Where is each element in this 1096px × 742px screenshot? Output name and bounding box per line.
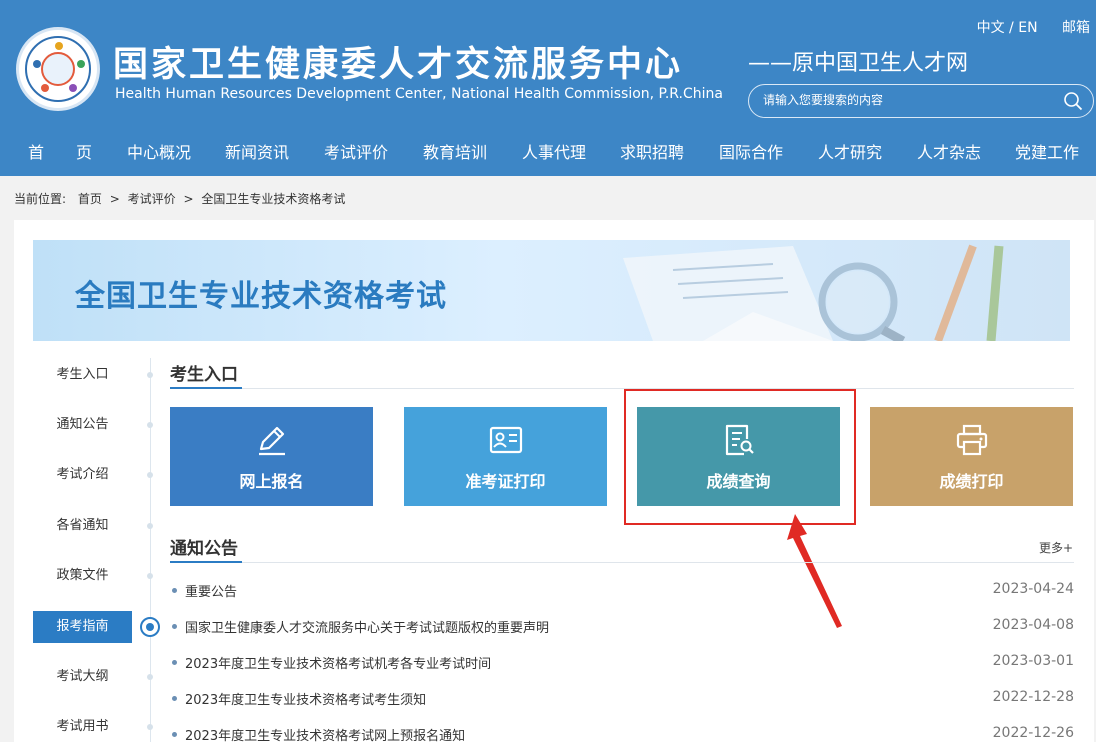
sidebar-item-candidate-entry[interactable]: 考生入口 <box>33 359 132 391</box>
breadcrumb-separator: > <box>109 192 120 206</box>
list-bullet <box>172 588 177 593</box>
breadcrumb-label: 当前位置: <box>14 192 67 206</box>
notice-title[interactable]: 重要公告 <box>185 581 237 600</box>
sidebar-tick <box>147 422 153 428</box>
nav-item-exams[interactable]: 考试评价 <box>324 139 388 163</box>
nav-item-party[interactable]: 党建工作 <box>1015 139 1079 163</box>
mailbox-link[interactable]: 邮箱 <box>1062 20 1090 36</box>
list-bullet <box>172 732 177 737</box>
search-input[interactable] <box>763 93 1053 107</box>
main-nav: 首 页 中心概况 新闻资讯 考试评价 教育培训 人事代理 求职招聘 国际合作 人… <box>0 132 1096 168</box>
nav-item-news[interactable]: 新闻资讯 <box>225 139 289 163</box>
top-links: 中文 / EN 邮箱 <box>957 17 1090 37</box>
tile-label: 准考证打印 <box>465 472 546 491</box>
list-bullet <box>172 660 177 665</box>
section-title-entrance: 考生入口 <box>170 365 238 385</box>
language-switch-link[interactable]: 中文 / EN <box>977 20 1038 36</box>
logo-dot <box>33 60 41 68</box>
logo-core <box>41 52 75 86</box>
tile-label: 网上报名 <box>239 472 304 491</box>
highlight-box <box>624 389 856 525</box>
breadcrumb-exams[interactable]: 考试评价 <box>128 192 176 206</box>
more-link[interactable]: 更多+ <box>1039 539 1073 556</box>
sidebar-item-province-notices[interactable]: 各省通知 <box>33 510 132 542</box>
section-underline <box>170 561 242 563</box>
list-bullet <box>172 624 177 629</box>
list-item[interactable]: 国家卫生健康委人才交流服务中心关于考试试题版权的重要声明 2023-04-08 <box>170 617 1074 637</box>
id-card-icon <box>489 426 523 454</box>
site-subtitle: Health Human Resources Development Cente… <box>115 86 723 102</box>
nav-item-personnel[interactable]: 人事代理 <box>522 139 586 163</box>
sidebar-tick <box>147 523 153 529</box>
sidebar-item-exam-intro[interactable]: 考试介绍 <box>33 459 132 491</box>
nav-item-home[interactable]: 首 页 <box>28 139 92 163</box>
sidebar-item-notices[interactable]: 通知公告 <box>33 409 132 441</box>
sidebar-item-application-guide[interactable]: 报考指南 <box>33 611 132 643</box>
list-item[interactable]: 2023年度卫生专业技术资格考试网上预报名通知 2022-12-26 <box>170 725 1074 742</box>
sidebar-active-indicator <box>140 617 160 637</box>
sidebar-tick <box>147 372 153 378</box>
score-print-button[interactable]: 成绩打印 <box>870 407 1073 506</box>
sidebar-tick <box>147 724 153 730</box>
logo-dot <box>77 60 85 68</box>
list-item[interactable]: 2023年度卫生专业技术资格考试考生须知 2022-12-28 <box>170 689 1074 709</box>
banner-title: 全国卫生专业技术资格考试 <box>75 279 447 314</box>
nav-item-research[interactable]: 人才研究 <box>818 139 882 163</box>
nav-item-international[interactable]: 国际合作 <box>719 139 783 163</box>
nav-item-education[interactable]: 教育培训 <box>423 139 487 163</box>
notice-date: 2023-04-08 <box>992 617 1074 633</box>
page-banner: 全国卫生专业技术资格考试 <box>33 240 1070 341</box>
section-underline <box>170 387 242 389</box>
site-header: 国家卫生健康委人才交流服务中心 Health Human Resources D… <box>0 0 1096 176</box>
section-rule <box>170 388 1074 389</box>
annotation-arrow <box>787 514 842 628</box>
breadcrumb: 当前位置: 首页 > 考试评价 > 全国卫生专业技术资格考试 <box>14 190 345 207</box>
search-icon[interactable] <box>1063 91 1083 111</box>
list-bullet <box>172 696 177 701</box>
notice-date: 2022-12-28 <box>992 689 1074 705</box>
notice-title[interactable]: 2023年度卫生专业技术资格考试机考各专业考试时间 <box>185 653 491 672</box>
sidebar-tick <box>147 674 153 680</box>
list-item[interactable]: 重要公告 2023-04-24 <box>170 581 1074 601</box>
pen-icon <box>259 426 285 456</box>
breadcrumb-current: 全国卫生专业技术资格考试 <box>201 192 346 206</box>
printer-icon <box>956 424 988 456</box>
list-item[interactable]: 2023年度卫生专业技术资格考试机考各专业考试时间 2023-03-01 <box>170 653 1074 673</box>
section-title-notices: 通知公告 <box>170 539 238 559</box>
sidebar-item-syllabus[interactable]: 考试大纲 <box>33 661 132 693</box>
admission-ticket-print-button[interactable]: 准考证打印 <box>404 407 607 506</box>
notice-date: 2022-12-26 <box>992 725 1074 741</box>
nav-item-magazine[interactable]: 人才杂志 <box>917 139 981 163</box>
nav-item-about[interactable]: 中心概况 <box>127 139 191 163</box>
tile-label: 成绩打印 <box>939 472 1004 491</box>
search-box <box>748 84 1094 118</box>
sidebar: 考生入口 通知公告 考试介绍 各省通知 政策文件 报考指南 考试大纲 考试用书 <box>33 354 153 742</box>
notice-title[interactable]: 2023年度卫生专业技术资格考试考生须知 <box>185 689 426 708</box>
breadcrumb-separator: > <box>183 192 194 206</box>
site-title[interactable]: 国家卫生健康委人才交流服务中心 <box>113 36 683 87</box>
logo-dot <box>41 84 49 92</box>
nav-item-jobs[interactable]: 求职招聘 <box>620 139 684 163</box>
site-slogan: ——原中国卫生人才网 <box>748 51 969 76</box>
notice-title[interactable]: 国家卫生健康委人才交流服务中心关于考试试题版权的重要声明 <box>185 617 549 636</box>
sidebar-tick <box>147 472 153 478</box>
sidebar-item-books[interactable]: 考试用书 <box>33 711 132 742</box>
notice-title[interactable]: 2023年度卫生专业技术资格考试网上预报名通知 <box>185 725 465 742</box>
breadcrumb-home[interactable]: 首页 <box>78 192 102 206</box>
logo-dot <box>69 84 77 92</box>
notice-date: 2023-04-24 <box>992 581 1074 597</box>
sidebar-tick <box>147 573 153 579</box>
online-registration-button[interactable]: 网上报名 <box>170 407 373 506</box>
section-rule <box>170 562 1074 563</box>
logo-dot <box>55 42 63 50</box>
sidebar-item-policy-docs[interactable]: 政策文件 <box>33 560 132 592</box>
emblem-logo-icon[interactable] <box>16 27 100 111</box>
notice-date: 2023-03-01 <box>992 653 1074 669</box>
